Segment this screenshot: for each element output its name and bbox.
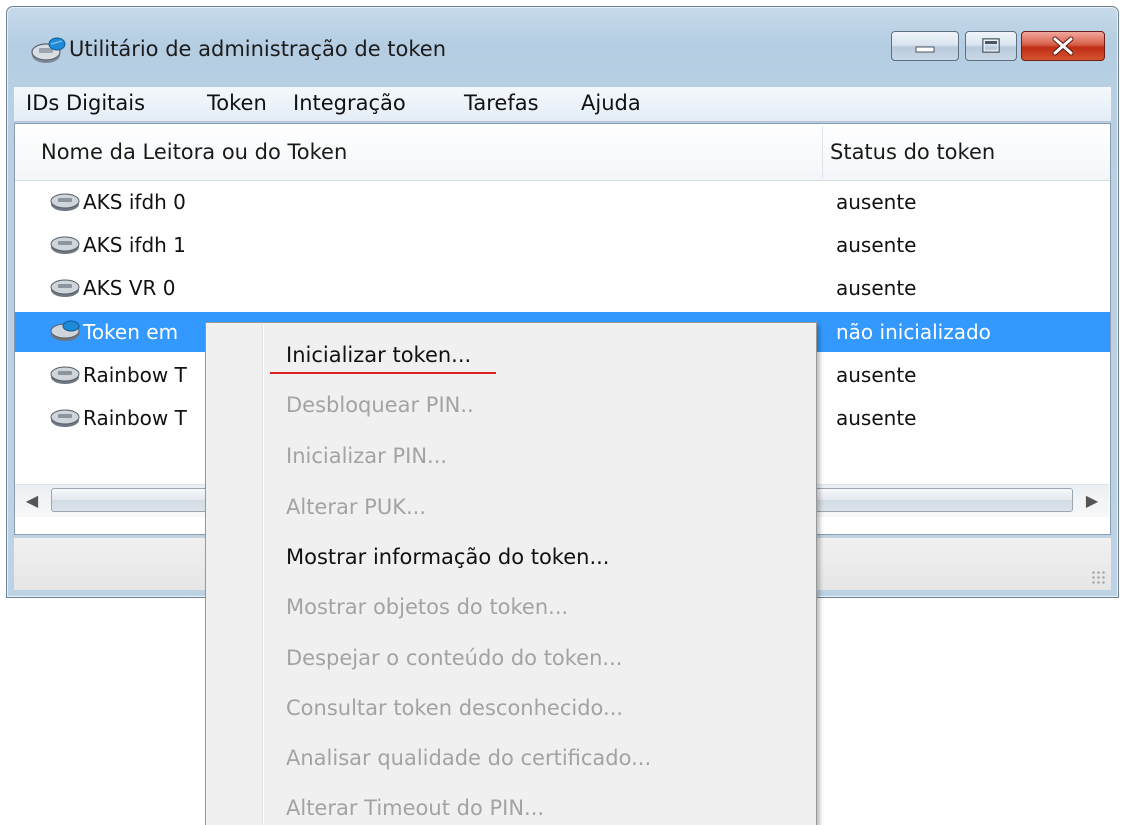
list-item[interactable]: AKS VR 0 ausente xyxy=(15,268,1110,308)
menu-integracao[interactable]: Integração xyxy=(293,91,406,115)
token-status: ausente xyxy=(836,276,917,300)
close-icon xyxy=(1052,36,1074,56)
minimize-button[interactable] xyxy=(891,31,959,61)
column-header-name[interactable]: Nome da Leitora ou do Token xyxy=(41,140,347,164)
token-app-icon xyxy=(31,37,66,63)
token-status: ausente xyxy=(836,406,917,430)
reader-icon xyxy=(50,193,80,211)
menu-tarefas[interactable]: Tarefas xyxy=(464,91,539,115)
token-reader-icon xyxy=(50,320,80,341)
list-item[interactable]: AKS ifdh 1 ausente xyxy=(15,225,1110,265)
menu-token[interactable]: Token xyxy=(207,91,267,115)
menu-ids-digitais[interactable]: IDs Digitais xyxy=(26,91,145,115)
maximize-icon xyxy=(982,38,1000,53)
menu-ajuda[interactable]: Ajuda xyxy=(581,91,641,115)
highlight-underline xyxy=(270,372,496,374)
reader-icon xyxy=(50,366,80,384)
resize-grip-icon[interactable] xyxy=(1091,570,1105,584)
token-name: AKS ifdh 1 xyxy=(83,233,186,257)
token-status: não inicializado xyxy=(836,320,991,344)
column-header: Nome da Leitora ou do Token Status do to… xyxy=(15,124,1110,181)
menu-item-show-token-objects[interactable]: Mostrar objetos do token... xyxy=(286,595,568,619)
menu-item-initialize-pin[interactable]: Inicializar PIN... xyxy=(286,444,447,468)
menu-item-analyze-certificate[interactable]: Analisar qualidade do certificado... xyxy=(286,746,651,770)
column-divider[interactable] xyxy=(822,126,823,178)
close-button[interactable] xyxy=(1021,31,1105,61)
window-title: Utilitário de administração de token xyxy=(69,37,447,61)
scroll-left-arrow-icon[interactable]: ◀ xyxy=(17,487,47,515)
menu-item-change-puk[interactable]: Alterar PUK... xyxy=(286,495,426,519)
menu-item-show-token-info[interactable]: Mostrar informação do token... xyxy=(286,545,609,569)
token-name: Rainbow T xyxy=(83,406,187,430)
menu-item-change-pin-timeout[interactable]: Alterar Timeout do PIN... xyxy=(286,796,544,820)
token-name: Token em xyxy=(83,320,179,344)
reader-icon xyxy=(50,236,80,254)
context-menu: Inicializar token... Desbloquear PIN.. I… xyxy=(205,322,817,825)
list-item[interactable]: AKS ifdh 0 ausente xyxy=(15,182,1110,222)
column-header-status[interactable]: Status do token xyxy=(830,140,995,164)
token-name: AKS ifdh 0 xyxy=(83,190,186,214)
reader-icon xyxy=(50,409,80,427)
token-status: ausente xyxy=(836,190,917,214)
token-name: AKS VR 0 xyxy=(83,276,176,300)
token-name: Rainbow T xyxy=(83,363,187,387)
token-status: ausente xyxy=(836,363,917,387)
maximize-button[interactable] xyxy=(965,31,1017,61)
reader-icon xyxy=(50,279,80,297)
menu-gutter xyxy=(262,325,264,824)
menu-item-query-unknown-token[interactable]: Consultar token desconhecido... xyxy=(286,696,623,720)
menu-item-dump-token[interactable]: Despejar o conteúdo do token... xyxy=(286,646,622,670)
menu-bar: IDs Digitais Token Integração Tarefas Aj… xyxy=(14,87,1111,122)
menu-item-initialize-token[interactable]: Inicializar token... xyxy=(286,343,471,367)
screen: Utilitário de administração de token IDs… xyxy=(0,0,1121,825)
token-status: ausente xyxy=(836,233,917,257)
minimize-icon xyxy=(915,46,935,53)
title-bar[interactable]: Utilitário de administração de token xyxy=(7,7,1118,85)
menu-item-unlock-pin[interactable]: Desbloquear PIN.. xyxy=(286,393,474,417)
scroll-right-arrow-icon[interactable]: ▶ xyxy=(1077,487,1107,515)
